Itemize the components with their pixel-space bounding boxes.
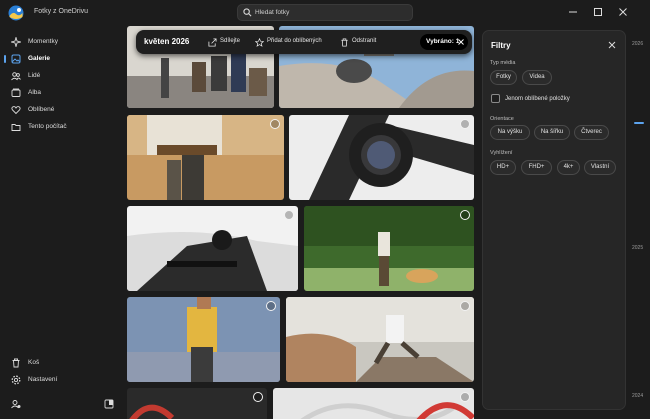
favorites-only-checkbox[interactable] <box>491 94 500 103</box>
sidebar-item-kos[interactable]: Koš <box>4 355 119 370</box>
filter-chip-square[interactable]: Čtverec <box>574 125 609 140</box>
select-checkbox[interactable] <box>460 301 470 311</box>
close-filters-icon[interactable] <box>608 41 616 49</box>
gallery-icon <box>11 54 21 64</box>
timeline-scrubber[interactable]: 2026 2025 2024 <box>626 26 650 419</box>
photo-image <box>127 388 267 419</box>
sidebar: Momentky Galerie Lidé Alba Oblíbené Tent… <box>0 26 126 419</box>
filter-chip-fhd[interactable]: FHD+ <box>521 160 552 175</box>
sparkle-icon <box>11 37 21 47</box>
search-input[interactable]: Hledat fotky <box>255 9 289 16</box>
resolution-label: Vyhlížení <box>490 150 513 156</box>
photo-leg-brace[interactable] <box>127 206 298 291</box>
minimize-button[interactable] <box>564 4 582 20</box>
photo-hiker-backpack[interactable] <box>127 297 280 382</box>
share-button[interactable]: Sdílejte <box>208 35 248 49</box>
year-label: 2025 <box>632 245 644 251</box>
photo-gallery <box>126 26 476 419</box>
timeline-position-marker[interactable] <box>634 122 644 124</box>
star-icon <box>255 38 264 47</box>
photo-image <box>127 206 298 291</box>
photo-hiker-jump[interactable] <box>286 297 474 382</box>
heart-icon <box>11 106 21 115</box>
album-icon <box>11 88 21 97</box>
filter-chip-landscape[interactable]: Na šířku <box>534 125 570 140</box>
search-icon <box>243 8 252 17</box>
photo-red-cable[interactable] <box>127 388 267 419</box>
trash-icon <box>12 358 20 368</box>
filter-chip-portrait[interactable]: Na výšku <box>490 125 530 140</box>
favorites-only-label: Jenom oblíbené položky <box>505 96 570 102</box>
selected-count: Vybráno: 1 <box>426 38 460 45</box>
photo-image <box>273 388 474 419</box>
photo-device-closeup[interactable] <box>289 115 474 200</box>
close-window-button[interactable] <box>614 4 632 20</box>
feedback-icon[interactable] <box>104 399 114 409</box>
title-bar: Fotky z OneDrivu Hledat fotky <box>0 0 650 26</box>
select-checkbox[interactable] <box>460 210 470 220</box>
filter-chip-photos[interactable]: Fotky <box>490 70 517 85</box>
select-checkbox[interactable] <box>253 392 263 402</box>
date-heading: květen 2026 <box>144 37 190 46</box>
gear-icon <box>11 375 21 385</box>
filter-chip-videos[interactable]: Videa <box>522 70 552 85</box>
photo-white-cable[interactable] <box>273 388 474 419</box>
photo-image <box>127 297 280 382</box>
sidebar-item-alba[interactable]: Alba <box>4 85 119 100</box>
photo-image <box>127 115 284 200</box>
filters-panel: Filtry Typ média Fotky Videa Jenom oblíb… <box>482 30 626 410</box>
selection-command-bar: květen 2026 Sdílejte Přidat do oblíbenýc… <box>136 30 472 54</box>
selection-count-pill[interactable]: Vybráno: 1 <box>420 34 468 50</box>
photo-image <box>286 297 474 382</box>
orientation-label: Orientace <box>490 116 514 122</box>
share-icon <box>208 38 217 47</box>
year-label: 2026 <box>632 41 644 47</box>
select-checkbox[interactable] <box>270 119 280 129</box>
sidebar-item-tento-pocitac[interactable]: Tento počítač <box>4 119 119 134</box>
close-icon <box>619 8 627 16</box>
trash-icon <box>341 38 348 47</box>
select-checkbox[interactable] <box>266 301 276 311</box>
photo-hiker-exoskeleton[interactable] <box>127 115 284 200</box>
photos-app-icon <box>8 5 24 21</box>
select-checkbox[interactable] <box>460 392 470 402</box>
filter-chip-hd[interactable]: HD+ <box>490 160 516 175</box>
account-icon[interactable] <box>11 399 21 409</box>
maximize-button[interactable] <box>589 4 607 20</box>
clear-selection-icon[interactable] <box>458 39 464 45</box>
photo-image <box>289 115 474 200</box>
delete-button[interactable]: Odstranit <box>340 35 384 49</box>
photo-man-with-dog[interactable] <box>304 206 474 291</box>
filters-title: Filtry <box>491 41 511 50</box>
search-box[interactable]: Hledat fotky <box>237 4 413 21</box>
select-checkbox[interactable] <box>460 119 470 129</box>
filter-chip-custom[interactable]: Vlastní <box>584 160 616 175</box>
filter-chip-4k[interactable]: 4k+ <box>557 160 580 175</box>
year-label: 2024 <box>632 393 644 399</box>
sidebar-item-nastaveni[interactable]: Nastavení <box>4 372 119 387</box>
minimize-icon <box>569 11 577 13</box>
sidebar-item-lide[interactable]: Lidé <box>4 68 119 83</box>
maximize-icon <box>594 8 602 16</box>
photo-image <box>304 206 474 291</box>
sidebar-item-momentky[interactable]: Momentky <box>4 34 119 49</box>
app-title: Fotky z OneDrivu <box>34 8 89 15</box>
media-type-label: Typ média <box>490 60 516 66</box>
people-icon <box>11 72 21 81</box>
add-to-favorites-button[interactable]: Přidat do oblíbených <box>255 35 330 49</box>
sidebar-item-oblibene[interactable]: Oblíbené <box>4 102 119 117</box>
folder-icon <box>11 124 21 131</box>
select-checkbox[interactable] <box>284 210 294 220</box>
sidebar-item-galerie[interactable]: Galerie <box>4 51 119 66</box>
